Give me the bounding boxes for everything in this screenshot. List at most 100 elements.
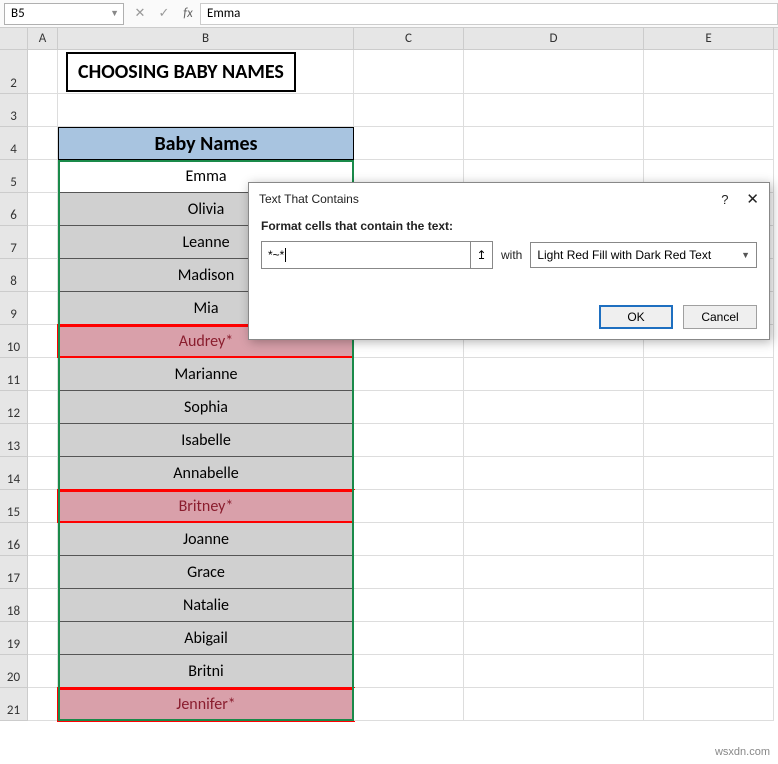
row-header[interactable]: 8: [0, 259, 28, 292]
text-contains-input[interactable]: *~*: [262, 242, 372, 268]
row-header[interactable]: 21: [0, 688, 28, 721]
col-header-a[interactable]: A: [28, 28, 58, 49]
cell[interactable]: [28, 160, 58, 193]
cell[interactable]: [464, 589, 644, 622]
cell[interactable]: [464, 127, 644, 160]
cell[interactable]: [644, 523, 774, 556]
range-selector-icon[interactable]: ↥: [470, 242, 492, 268]
cell[interactable]: [464, 424, 644, 457]
title-cell[interactable]: CHOOSING BABY NAMES: [58, 50, 354, 94]
name-box-dropdown-icon[interactable]: ▼: [110, 8, 119, 19]
cell[interactable]: [354, 655, 464, 688]
cell[interactable]: [644, 589, 774, 622]
cell[interactable]: [464, 94, 644, 127]
cell[interactable]: [354, 622, 464, 655]
cell[interactable]: [28, 688, 58, 721]
row-header[interactable]: 9: [0, 292, 28, 325]
cell[interactable]: [28, 292, 58, 325]
name-cell[interactable]: Isabelle: [58, 424, 354, 457]
cell[interactable]: [644, 490, 774, 523]
cell[interactable]: [28, 94, 58, 127]
cell[interactable]: [644, 457, 774, 490]
cell[interactable]: [28, 127, 58, 160]
cell[interactable]: [354, 94, 464, 127]
cell[interactable]: [464, 523, 644, 556]
name-cell[interactable]: Abigail: [58, 622, 354, 655]
cell[interactable]: [28, 50, 58, 94]
row-header[interactable]: 16: [0, 523, 28, 556]
cell[interactable]: [354, 688, 464, 721]
cell[interactable]: [354, 127, 464, 160]
cell[interactable]: [464, 358, 644, 391]
cell[interactable]: [28, 325, 58, 358]
col-header-e[interactable]: E: [644, 28, 774, 49]
cell[interactable]: [28, 424, 58, 457]
row-header[interactable]: 12: [0, 391, 28, 424]
cell[interactable]: [464, 556, 644, 589]
cell[interactable]: [28, 226, 58, 259]
name-cell[interactable]: Natalie: [58, 589, 354, 622]
cell[interactable]: [354, 391, 464, 424]
row-header[interactable]: 7: [0, 226, 28, 259]
row-header[interactable]: 5: [0, 160, 28, 193]
cell[interactable]: [58, 94, 354, 127]
cell[interactable]: [464, 457, 644, 490]
close-icon[interactable]: ✕: [746, 190, 759, 208]
cell[interactable]: [354, 556, 464, 589]
row-header[interactable]: 19: [0, 622, 28, 655]
cell[interactable]: [28, 391, 58, 424]
ok-button[interactable]: OK: [599, 305, 673, 329]
row-header[interactable]: 4: [0, 127, 28, 160]
table-header-cell[interactable]: Baby Names: [58, 127, 354, 160]
row-header[interactable]: 3: [0, 94, 28, 127]
col-header-b[interactable]: B: [58, 28, 354, 49]
cell[interactable]: [28, 490, 58, 523]
cancel-button[interactable]: Cancel: [683, 305, 757, 329]
row-header[interactable]: 14: [0, 457, 28, 490]
name-cell[interactable]: Joanne: [58, 523, 354, 556]
cell[interactable]: [354, 523, 464, 556]
name-cell[interactable]: Britney*: [58, 490, 354, 523]
cell[interactable]: [28, 259, 58, 292]
row-header[interactable]: 15: [0, 490, 28, 523]
cell[interactable]: [644, 94, 774, 127]
cell[interactable]: [28, 523, 58, 556]
cell[interactable]: [464, 50, 644, 94]
cell[interactable]: [28, 556, 58, 589]
cell[interactable]: [464, 688, 644, 721]
cell[interactable]: [28, 622, 58, 655]
cell[interactable]: [644, 688, 774, 721]
name-box[interactable]: B5 ▼: [4, 3, 124, 25]
col-header-d[interactable]: D: [464, 28, 644, 49]
name-cell[interactable]: Sophia: [58, 391, 354, 424]
cell[interactable]: [28, 655, 58, 688]
name-cell[interactable]: Annabelle: [58, 457, 354, 490]
cell[interactable]: [464, 490, 644, 523]
cell[interactable]: [644, 556, 774, 589]
row-header[interactable]: 11: [0, 358, 28, 391]
cell[interactable]: [354, 457, 464, 490]
formula-input[interactable]: Emma: [200, 3, 778, 25]
select-all-corner[interactable]: [0, 28, 28, 49]
cell[interactable]: [354, 424, 464, 457]
cell[interactable]: [464, 622, 644, 655]
row-header[interactable]: 13: [0, 424, 28, 457]
cell[interactable]: [354, 50, 464, 94]
name-cell[interactable]: Marianne: [58, 358, 354, 391]
cell[interactable]: [644, 50, 774, 94]
cell[interactable]: [354, 358, 464, 391]
cell[interactable]: [644, 358, 774, 391]
cell[interactable]: [28, 193, 58, 226]
cell[interactable]: [354, 589, 464, 622]
cell[interactable]: [644, 424, 774, 457]
cell[interactable]: [464, 655, 644, 688]
cell[interactable]: [464, 391, 644, 424]
cell[interactable]: [28, 589, 58, 622]
row-header[interactable]: 20: [0, 655, 28, 688]
row-header[interactable]: 18: [0, 589, 28, 622]
cell[interactable]: [354, 490, 464, 523]
fx-icon[interactable]: fx: [176, 6, 200, 21]
cell[interactable]: [644, 655, 774, 688]
format-select[interactable]: Light Red Fill with Dark Red Text ▼: [530, 242, 757, 268]
row-header[interactable]: 6: [0, 193, 28, 226]
